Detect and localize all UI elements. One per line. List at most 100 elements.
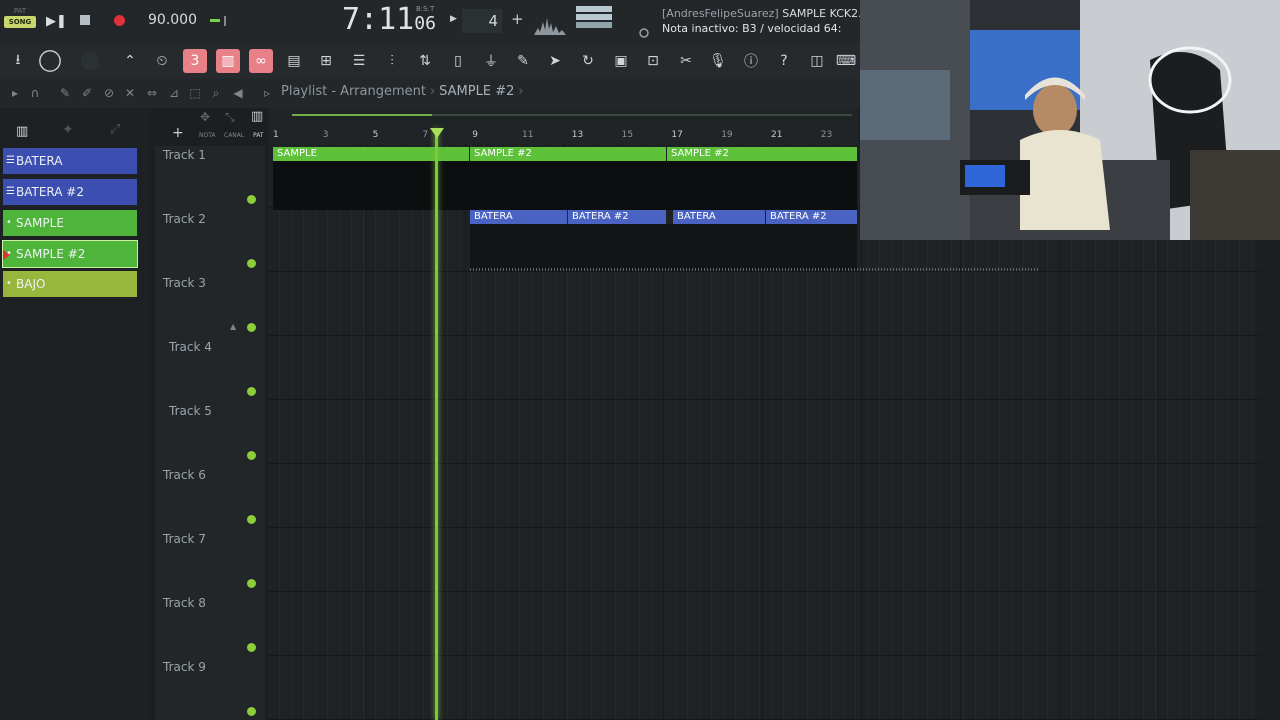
pat-song-switch[interactable]: PAT SONG <box>4 6 36 28</box>
track-mute-button[interactable] <box>247 515 256 524</box>
track-mute-button[interactable] <box>247 643 256 652</box>
save-icon[interactable]: ▣ <box>609 49 633 73</box>
tempo-display[interactable]: 90.000 <box>148 12 197 28</box>
magnet-icon[interactable]: ∩ <box>26 84 44 102</box>
track-label[interactable]: Track 3 <box>163 276 206 290</box>
track-label[interactable]: Track 1 <box>163 148 206 162</box>
pattern-label: BAJO <box>16 277 46 291</box>
paint-tool-icon[interactable]: ✐ <box>78 84 96 102</box>
send-icon[interactable]: ➤ <box>543 49 567 73</box>
clip-track1-sample-2b[interactable]: SAMPLE #2 <box>667 147 857 161</box>
track-mute-button[interactable] <box>247 387 256 396</box>
clip-track1-sample-2a[interactable]: SAMPLE #2 <box>470 147 666 161</box>
cut-icon[interactable]: ✂ <box>674 49 698 73</box>
audio-clip-icon[interactable]: ✦ <box>62 122 74 138</box>
microphone-icon[interactable]: 🎙 <box>706 49 730 73</box>
online-status-icon[interactable] <box>638 26 650 38</box>
song-mode-label[interactable]: SONG <box>4 16 36 28</box>
help-icon[interactable]: ? <box>772 49 796 73</box>
ruler-bar-number: 13 <box>571 130 584 140</box>
track-label[interactable]: Track 8 <box>163 596 206 610</box>
pattern-item[interactable]: • SAMPLE <box>3 210 137 236</box>
master-pitch-slider[interactable] <box>210 16 234 26</box>
plugin-icon[interactable]: ⏚ <box>479 49 503 73</box>
move-icon[interactable]: ✥ <box>200 110 210 124</box>
piano-icon[interactable]: ▥ <box>16 124 28 139</box>
piano-roll-icon[interactable]: ⇅ <box>413 49 437 73</box>
track-mute-button[interactable] <box>247 259 256 268</box>
playhead-marker[interactable] <box>430 128 444 138</box>
track-label[interactable]: Track 9 <box>163 660 206 674</box>
automation-icon[interactable]: ⤢ <box>110 122 120 137</box>
download-icon[interactable]: ⭳ <box>6 49 30 73</box>
track-mute-button[interactable] <box>247 195 256 204</box>
ruler-bar-number: 11 <box>522 130 534 140</box>
mute-tool-icon[interactable]: ✕ <box>121 84 139 102</box>
draw-tool-icon[interactable]: ✎ <box>56 84 74 102</box>
ruler-bar-number: 17 <box>671 130 683 140</box>
snap-icon[interactable]: ⊞ <box>314 49 338 73</box>
clip-track2-batera-b[interactable]: BATERA <box>673 210 765 224</box>
pat-mode-label[interactable]: PAT <box>4 6 36 16</box>
breadcrumb-current[interactable]: SAMPLE #2 <box>439 84 514 99</box>
mixer-icon[interactable]: ⫶ <box>380 49 404 73</box>
browser-icon[interactable]: ▯ <box>446 49 470 73</box>
channel-rack-icon[interactable]: ✎ <box>511 49 535 73</box>
track-mute-button[interactable] <box>247 579 256 588</box>
pattern-item[interactable]: • SAMPLE #2 <box>2 240 138 268</box>
main-pitch-knob[interactable] <box>78 49 102 73</box>
add-pattern-button[interactable]: + <box>511 10 524 28</box>
play-button[interactable]: ▶❚ <box>46 12 67 32</box>
track-label[interactable]: Track 6 <box>163 468 206 482</box>
main-volume-knob[interactable] <box>38 49 62 73</box>
stop-button[interactable] <box>80 15 90 25</box>
playback-tool-icon[interactable]: ◀ <box>229 84 247 102</box>
clip-track2-batera2-b[interactable]: BATERA #2 <box>766 210 857 224</box>
pattern-selector[interactable]: 4 <box>462 9 502 33</box>
blend-notes-icon[interactable]: ∞ <box>249 49 273 73</box>
info-icon[interactable]: ⓘ <box>739 49 763 73</box>
record-button[interactable] <box>114 15 125 26</box>
select-tool-icon[interactable]: ⬚ <box>186 84 204 102</box>
pattern-arrow-icon[interactable]: ▶ <box>450 14 457 24</box>
track-mute-button[interactable] <box>247 451 256 460</box>
track2-clip-body[interactable] <box>470 224 857 272</box>
countdown-icon[interactable]: 3 <box>183 49 207 73</box>
delete-tool-icon[interactable]: ⊘ <box>100 84 118 102</box>
pattern-item[interactable]: ☰ BATERA <box>3 148 137 174</box>
playlist-icon[interactable]: ☰ <box>347 49 371 73</box>
zoom-tool-icon[interactable]: ⌕ <box>207 84 225 102</box>
clip-track2-batera2-a[interactable]: BATERA #2 <box>568 210 666 224</box>
cpu-meter <box>576 6 612 30</box>
pattern-item[interactable]: • BAJO <box>3 271 137 297</box>
timeline-overview[interactable] <box>268 108 858 126</box>
track1-clip-body[interactable] <box>273 160 857 210</box>
track-label[interactable]: Track 5 <box>169 404 212 418</box>
playhead[interactable] <box>435 128 438 720</box>
loop-record-icon[interactable]: ▤ <box>282 49 306 73</box>
timeline-ruler[interactable] <box>268 126 858 144</box>
track-mute-button[interactable] <box>247 707 256 716</box>
step-edit-icon[interactable]: ▥ <box>216 49 240 73</box>
track-label[interactable]: Track 7 <box>163 532 206 546</box>
track-label[interactable]: Track 4 <box>169 340 212 354</box>
slice-tool-icon[interactable]: ⊿ <box>165 84 183 102</box>
refresh-icon[interactable]: ↻ <box>576 49 600 73</box>
add-track-button[interactable]: + <box>172 125 184 141</box>
link-icon[interactable]: ⤡ <box>225 110 235 125</box>
metronome-icon[interactable]: ⌃ <box>118 49 142 73</box>
track-mute-button[interactable] <box>247 323 256 332</box>
track-label[interactable]: Track 2 <box>163 212 206 226</box>
piano-roll-toggle-icon[interactable]: ▥ <box>251 109 263 124</box>
menu-arrow-icon[interactable]: ▸ <box>6 84 24 102</box>
slip-tool-icon[interactable]: ⇔ <box>143 84 161 102</box>
wait-input-icon[interactable]: ⏲ <box>150 49 174 73</box>
window-icon[interactable]: ◫ <box>805 49 829 73</box>
breadcrumb-section[interactable]: Playlist - Arrangement <box>281 84 426 99</box>
collapse-arrow-icon[interactable]: ▲ <box>230 322 236 331</box>
keyboard-icon[interactable]: ⌨ <box>834 49 858 73</box>
clip-track2-batera-a[interactable]: BATERA <box>470 210 567 224</box>
render-icon[interactable]: ⊡ <box>641 49 665 73</box>
clip-track1-sample[interactable]: SAMPLE <box>273 147 469 161</box>
pattern-item[interactable]: ☰ BATERA #2 <box>3 179 137 205</box>
